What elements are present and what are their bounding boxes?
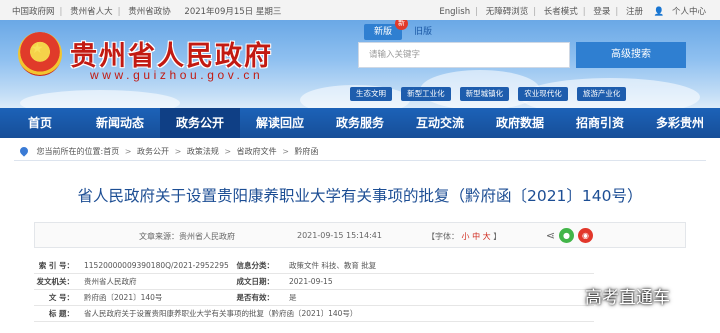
valid-value: 是 bbox=[289, 293, 297, 302]
valid-label: 是否有效： bbox=[236, 293, 275, 302]
top-bar: 中国政府网 | 贵州省人大 | 贵州省政协 2021年09月15日 星期三 Engl… bbox=[0, 0, 720, 21]
link-login[interactable]: 登录 bbox=[593, 7, 610, 17]
new-badge: 新 bbox=[395, 20, 408, 30]
breadcrumb-policy[interactable]: 政策法规 bbox=[187, 147, 219, 156]
category-label: 信息分类： bbox=[236, 261, 275, 270]
info-row: 发文机关： 贵州省人民政府 成文日期： 2021-09-15 bbox=[34, 274, 594, 290]
link-english[interactable]: English bbox=[439, 7, 470, 17]
title-label: 标 题： bbox=[48, 309, 74, 318]
breadcrumb-arrow-icon: > bbox=[224, 147, 232, 156]
category-value: 政策文件 科技、教育 批复 bbox=[289, 261, 377, 270]
new-version-label: 新版 bbox=[373, 27, 392, 37]
weibo-icon[interactable]: ◉ bbox=[578, 228, 593, 243]
docno-value: 黔府函〔2021〕140号 bbox=[84, 293, 163, 302]
advanced-search-button[interactable]: 高级搜索 bbox=[576, 42, 686, 68]
tag-industrialization[interactable]: 新型工业化 bbox=[401, 87, 451, 101]
tag-agriculture[interactable]: 农业现代化 bbox=[518, 87, 568, 101]
tag-tourism[interactable]: 旅游产业化 bbox=[576, 87, 627, 101]
user-icon: 👤 bbox=[653, 7, 665, 17]
breadcrumb-arrow-icon: > bbox=[124, 147, 132, 156]
article-source: 文章来源：贵州省人民政府 bbox=[139, 232, 235, 241]
tag-ecology[interactable]: 生态文明 bbox=[350, 87, 392, 101]
link-register[interactable]: 注册 bbox=[626, 7, 643, 17]
location-pin-icon bbox=[18, 145, 30, 157]
breadcrumb-arrow-icon: > bbox=[174, 147, 182, 156]
nav-data[interactable]: 政府数据 bbox=[480, 108, 560, 138]
font-large-button[interactable]: 大 bbox=[483, 232, 491, 241]
site-domain: www.guizhou.gov.cn bbox=[90, 68, 264, 82]
tag-urbanization[interactable]: 新型城镇化 bbox=[459, 87, 510, 101]
title-value: 省人民政府关于设置贵阳康养职业大学有关事项的批复（黔府函〔2021〕140号） bbox=[84, 309, 358, 318]
date-value: 2021-09-15 bbox=[289, 277, 333, 286]
nav-interpretation[interactable]: 解读回应 bbox=[240, 108, 320, 138]
share-icon[interactable]: ⋖ bbox=[543, 228, 558, 243]
font-medium-button[interactable]: 中 bbox=[472, 232, 480, 241]
link-npc[interactable]: 贵州省人大 bbox=[70, 7, 113, 17]
breadcrumb: 您当前所在的位置:首页 > 政务公开 > 政策法规 > 省政府文件 > 黔府函 bbox=[18, 145, 318, 157]
issuer-label: 发文机关： bbox=[36, 277, 75, 286]
article-date: 2021-09-15 15:14:41 bbox=[297, 231, 382, 240]
star-icon: ★ bbox=[31, 41, 44, 57]
old-version-link[interactable]: 旧版 bbox=[414, 24, 432, 40]
article-title: 省人民政府关于设置贵阳康养职业大学有关事项的批复（黔府函〔2021〕140号） bbox=[77, 187, 643, 205]
index-label: 索 引 号： bbox=[38, 261, 74, 270]
link-gov-cn[interactable]: 中国政府网 bbox=[12, 7, 55, 17]
info-row: 文 号： 黔府函〔2021〕140号 是否有效： 是 bbox=[34, 290, 594, 306]
topic-tags: 生态文明 新型工业化 新型城镇化 农业现代化 旅游产业化 bbox=[350, 81, 630, 101]
font-small-button[interactable]: 小 bbox=[462, 232, 470, 241]
breadcrumb-arrow-icon: > bbox=[282, 147, 289, 156]
font-label: 【字体： bbox=[427, 232, 459, 241]
nav-gov-affairs[interactable]: 政务公开 bbox=[160, 108, 240, 138]
index-value: 11520000009390180Q/2021-2952295 bbox=[84, 261, 229, 270]
nav-news[interactable]: 新闻动态 bbox=[80, 108, 160, 138]
info-row: 标 题： 省人民政府关于设置贵阳康养职业大学有关事项的批复（黔府函〔2021〕1… bbox=[34, 306, 594, 322]
nav-services[interactable]: 政务服务 bbox=[320, 108, 400, 138]
watermark: 高考直通车 bbox=[585, 288, 670, 308]
breadcrumb-qianfuhan[interactable]: 黔府函 bbox=[294, 147, 318, 156]
wechat-icon[interactable]: ● bbox=[559, 228, 574, 243]
breadcrumb-gov-affairs[interactable]: 政务公开 bbox=[137, 147, 169, 156]
link-cppcc[interactable]: 贵州省政协 bbox=[128, 7, 171, 17]
site-header: ★ 贵州省人民政府 www.guizhou.gov.cn 新版 新 旧版 请输入… bbox=[0, 20, 720, 108]
issuer-value: 贵州省人民政府 bbox=[84, 277, 137, 286]
nav-investment[interactable]: 招商引资 bbox=[560, 108, 640, 138]
info-row: 索 引 号： 11520000009390180Q/2021-2952295 信… bbox=[34, 258, 594, 274]
nav-colorful-guizhou[interactable]: 多彩贵州 bbox=[640, 108, 720, 138]
nav-home[interactable]: 首页 bbox=[0, 108, 80, 138]
main-nav: 首页 新闻动态 政务公开 解读回应 政务服务 互动交流 政府数据 招商引资 多彩… bbox=[0, 108, 720, 138]
font-size-switcher: 【字体： 小 中 大 】 bbox=[427, 231, 501, 242]
link-elder-mode[interactable]: 长者模式 bbox=[544, 7, 578, 17]
font-label-end: 】 bbox=[493, 232, 502, 241]
current-date: 2021年09月15日 星期三 bbox=[184, 7, 282, 17]
breadcrumb-provincial-docs[interactable]: 省政府文件 bbox=[237, 147, 277, 156]
article-meta-bar: 文章来源：贵州省人民政府 2021-09-15 15:14:41 【字体： 小 … bbox=[34, 222, 686, 248]
docno-label: 文 号： bbox=[48, 293, 74, 302]
link-user-center[interactable]: 个人中心 bbox=[672, 7, 706, 17]
new-version-button[interactable]: 新版 新 bbox=[364, 20, 408, 40]
nav-interaction[interactable]: 互动交流 bbox=[400, 108, 480, 138]
search-input[interactable]: 请输入关键字 bbox=[358, 42, 570, 68]
breadcrumb-home[interactable]: 您当前所在的位置:首页 bbox=[37, 147, 120, 156]
date-label: 成文日期： bbox=[236, 277, 275, 286]
link-accessibility[interactable]: 无障碍浏览 bbox=[486, 7, 529, 17]
divider bbox=[14, 160, 706, 161]
